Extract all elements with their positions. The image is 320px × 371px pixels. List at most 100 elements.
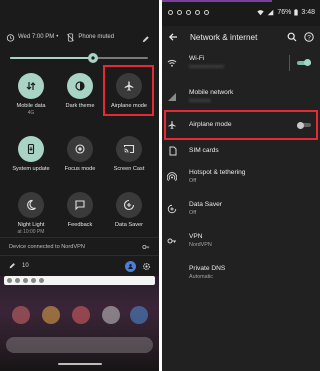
gesture-nav-handle[interactable] xyxy=(58,363,102,365)
status-right: 76% 3:48 xyxy=(257,9,315,16)
app-shortcut-strip xyxy=(4,276,155,285)
notification-icon xyxy=(195,10,200,15)
private-dns-row[interactable]: Private DNS Automatic xyxy=(162,260,320,286)
notification-icon xyxy=(204,10,209,15)
tile-circle xyxy=(116,192,142,218)
notification-icon xyxy=(177,10,182,15)
row-separator xyxy=(289,55,290,71)
brightness-thumb[interactable] xyxy=(88,53,98,63)
row-subtitle: Off xyxy=(189,209,197,216)
data-saver-icon xyxy=(167,204,177,214)
mobile-network-row[interactable]: Mobile network xxxxxxxx xyxy=(162,84,320,110)
phone-muted-icon xyxy=(66,32,75,42)
vpn-key-icon xyxy=(142,244,150,249)
tile-screen-cast[interactable]: Screen Cast xyxy=(105,136,153,173)
svg-text:?: ? xyxy=(307,34,311,41)
tile-night-light[interactable]: Night Light at 10:00 PM xyxy=(7,192,55,235)
alarm-icon xyxy=(6,33,15,42)
qs-time: Wed 7:00 PM xyxy=(18,34,55,40)
mobile-network-icon xyxy=(167,92,177,102)
row-subtitle: Automatic xyxy=(189,273,213,280)
dock-app-icon[interactable] xyxy=(130,306,148,324)
shortcut-icon[interactable] xyxy=(15,278,20,283)
qs-separator: • xyxy=(56,34,59,40)
user-avatar[interactable] xyxy=(125,260,136,272)
private-dns-spacer xyxy=(167,268,177,278)
signal-icon xyxy=(268,9,274,16)
tile-label: System update xyxy=(12,166,50,172)
row-title: Data Saver xyxy=(189,201,222,209)
qs-muted-text: Phone muted xyxy=(78,34,115,40)
screen-cast-icon xyxy=(123,144,135,154)
quick-settings-panel: Wed 7:00 PM • Phone muted Mobile data 4G… xyxy=(0,0,159,371)
airplane-tile-highlight xyxy=(103,65,154,116)
tile-label: Mobile data xyxy=(16,103,46,109)
tile-mobile-data[interactable]: Mobile data 4G xyxy=(7,73,55,116)
brightness-slider[interactable] xyxy=(10,53,148,63)
status-bar: 76% 3:48 xyxy=(162,0,320,26)
status-accent-line xyxy=(162,0,272,2)
dock-app-icon[interactable] xyxy=(72,306,90,324)
app-bar: Network & internet ? xyxy=(162,26,320,48)
settings-gear-icon[interactable] xyxy=(142,262,151,271)
dock-app-icon[interactable] xyxy=(42,306,60,324)
row-text: Wi-Fi xxxxxxxxxxxxx xyxy=(189,55,224,71)
search-icon[interactable] xyxy=(287,32,297,42)
data-saver-row[interactable]: Data Saver Off xyxy=(162,196,320,222)
tile-focus-mode[interactable]: Focus mode xyxy=(56,136,104,173)
tile-feedback[interactable]: Feedback xyxy=(56,192,104,229)
shortcut-icon[interactable] xyxy=(31,278,36,283)
tile-data-saver[interactable]: Data Saver xyxy=(105,192,153,229)
airplane-row-highlight xyxy=(164,110,318,140)
row-text: Data Saver Off xyxy=(189,201,222,217)
back-arrow-icon[interactable] xyxy=(168,32,178,42)
dock-app-icon[interactable] xyxy=(12,306,30,324)
tile-label: Data Saver xyxy=(115,222,143,228)
tile-circle xyxy=(67,192,93,218)
help-icon[interactable]: ? xyxy=(304,32,314,42)
tile-system-update[interactable]: System update xyxy=(7,136,55,173)
row-title: Wi-Fi xyxy=(189,55,205,63)
mobile-data-icon xyxy=(26,82,36,90)
row-title: VPN xyxy=(189,233,203,241)
shortcut-icon[interactable] xyxy=(39,278,44,283)
edit-pencil-icon[interactable] xyxy=(141,31,150,43)
tile-dark-theme[interactable]: Dark theme xyxy=(56,73,104,110)
row-text: SIM cards xyxy=(189,147,219,156)
focus-mode-icon xyxy=(75,144,85,154)
home-search-bar[interactable] xyxy=(6,337,153,353)
tile-label: Focus mode xyxy=(64,166,96,172)
brightness-icon xyxy=(91,56,95,60)
hotspot-row[interactable]: Hotspot & tethering Off xyxy=(162,164,320,190)
row-title: SIM cards xyxy=(189,146,219,154)
tile-label: Dark theme xyxy=(65,103,95,109)
wifi-ssid-blurred: xxxxxxxxxxxxx xyxy=(189,63,225,70)
sim-cards-row[interactable]: SIM cards xyxy=(162,138,320,164)
wifi-toggle[interactable] xyxy=(297,59,311,66)
vpn-status-text: Device connected to NordVPN xyxy=(9,243,85,250)
tile-circle xyxy=(67,73,93,99)
carrier-blurred: xxxxxxxx xyxy=(189,97,211,104)
hotspot-icon xyxy=(167,172,177,182)
edit-icon[interactable] xyxy=(8,262,16,270)
wifi-icon xyxy=(167,58,177,68)
shortcut-icon[interactable] xyxy=(23,278,28,283)
row-subtitle: Off xyxy=(189,177,197,184)
tile-sublabel: 4G xyxy=(27,109,35,116)
wifi-row[interactable]: Wi-Fi xxxxxxxxxxxxx xyxy=(162,50,320,76)
page-title: Network & internet xyxy=(190,32,258,42)
user-icon xyxy=(128,263,133,269)
notification-icon xyxy=(168,10,173,15)
row-title: Mobile network xyxy=(189,89,234,97)
dock-app-icon[interactable] xyxy=(102,306,120,324)
system-update-icon xyxy=(27,143,35,155)
shortcut-icon[interactable] xyxy=(7,278,12,283)
toggle-knob xyxy=(304,59,311,66)
battery-percent: 76% xyxy=(277,9,292,16)
wifi-status-icon xyxy=(257,10,265,16)
vpn-status-row[interactable]: Device connected to NordVPN xyxy=(0,237,159,256)
row-title: Private DNS xyxy=(189,265,226,273)
vpn-row[interactable]: VPN NordVPN xyxy=(162,228,320,254)
dark-theme-icon xyxy=(75,81,85,91)
row-text: Hotspot & tethering Off xyxy=(189,169,245,185)
